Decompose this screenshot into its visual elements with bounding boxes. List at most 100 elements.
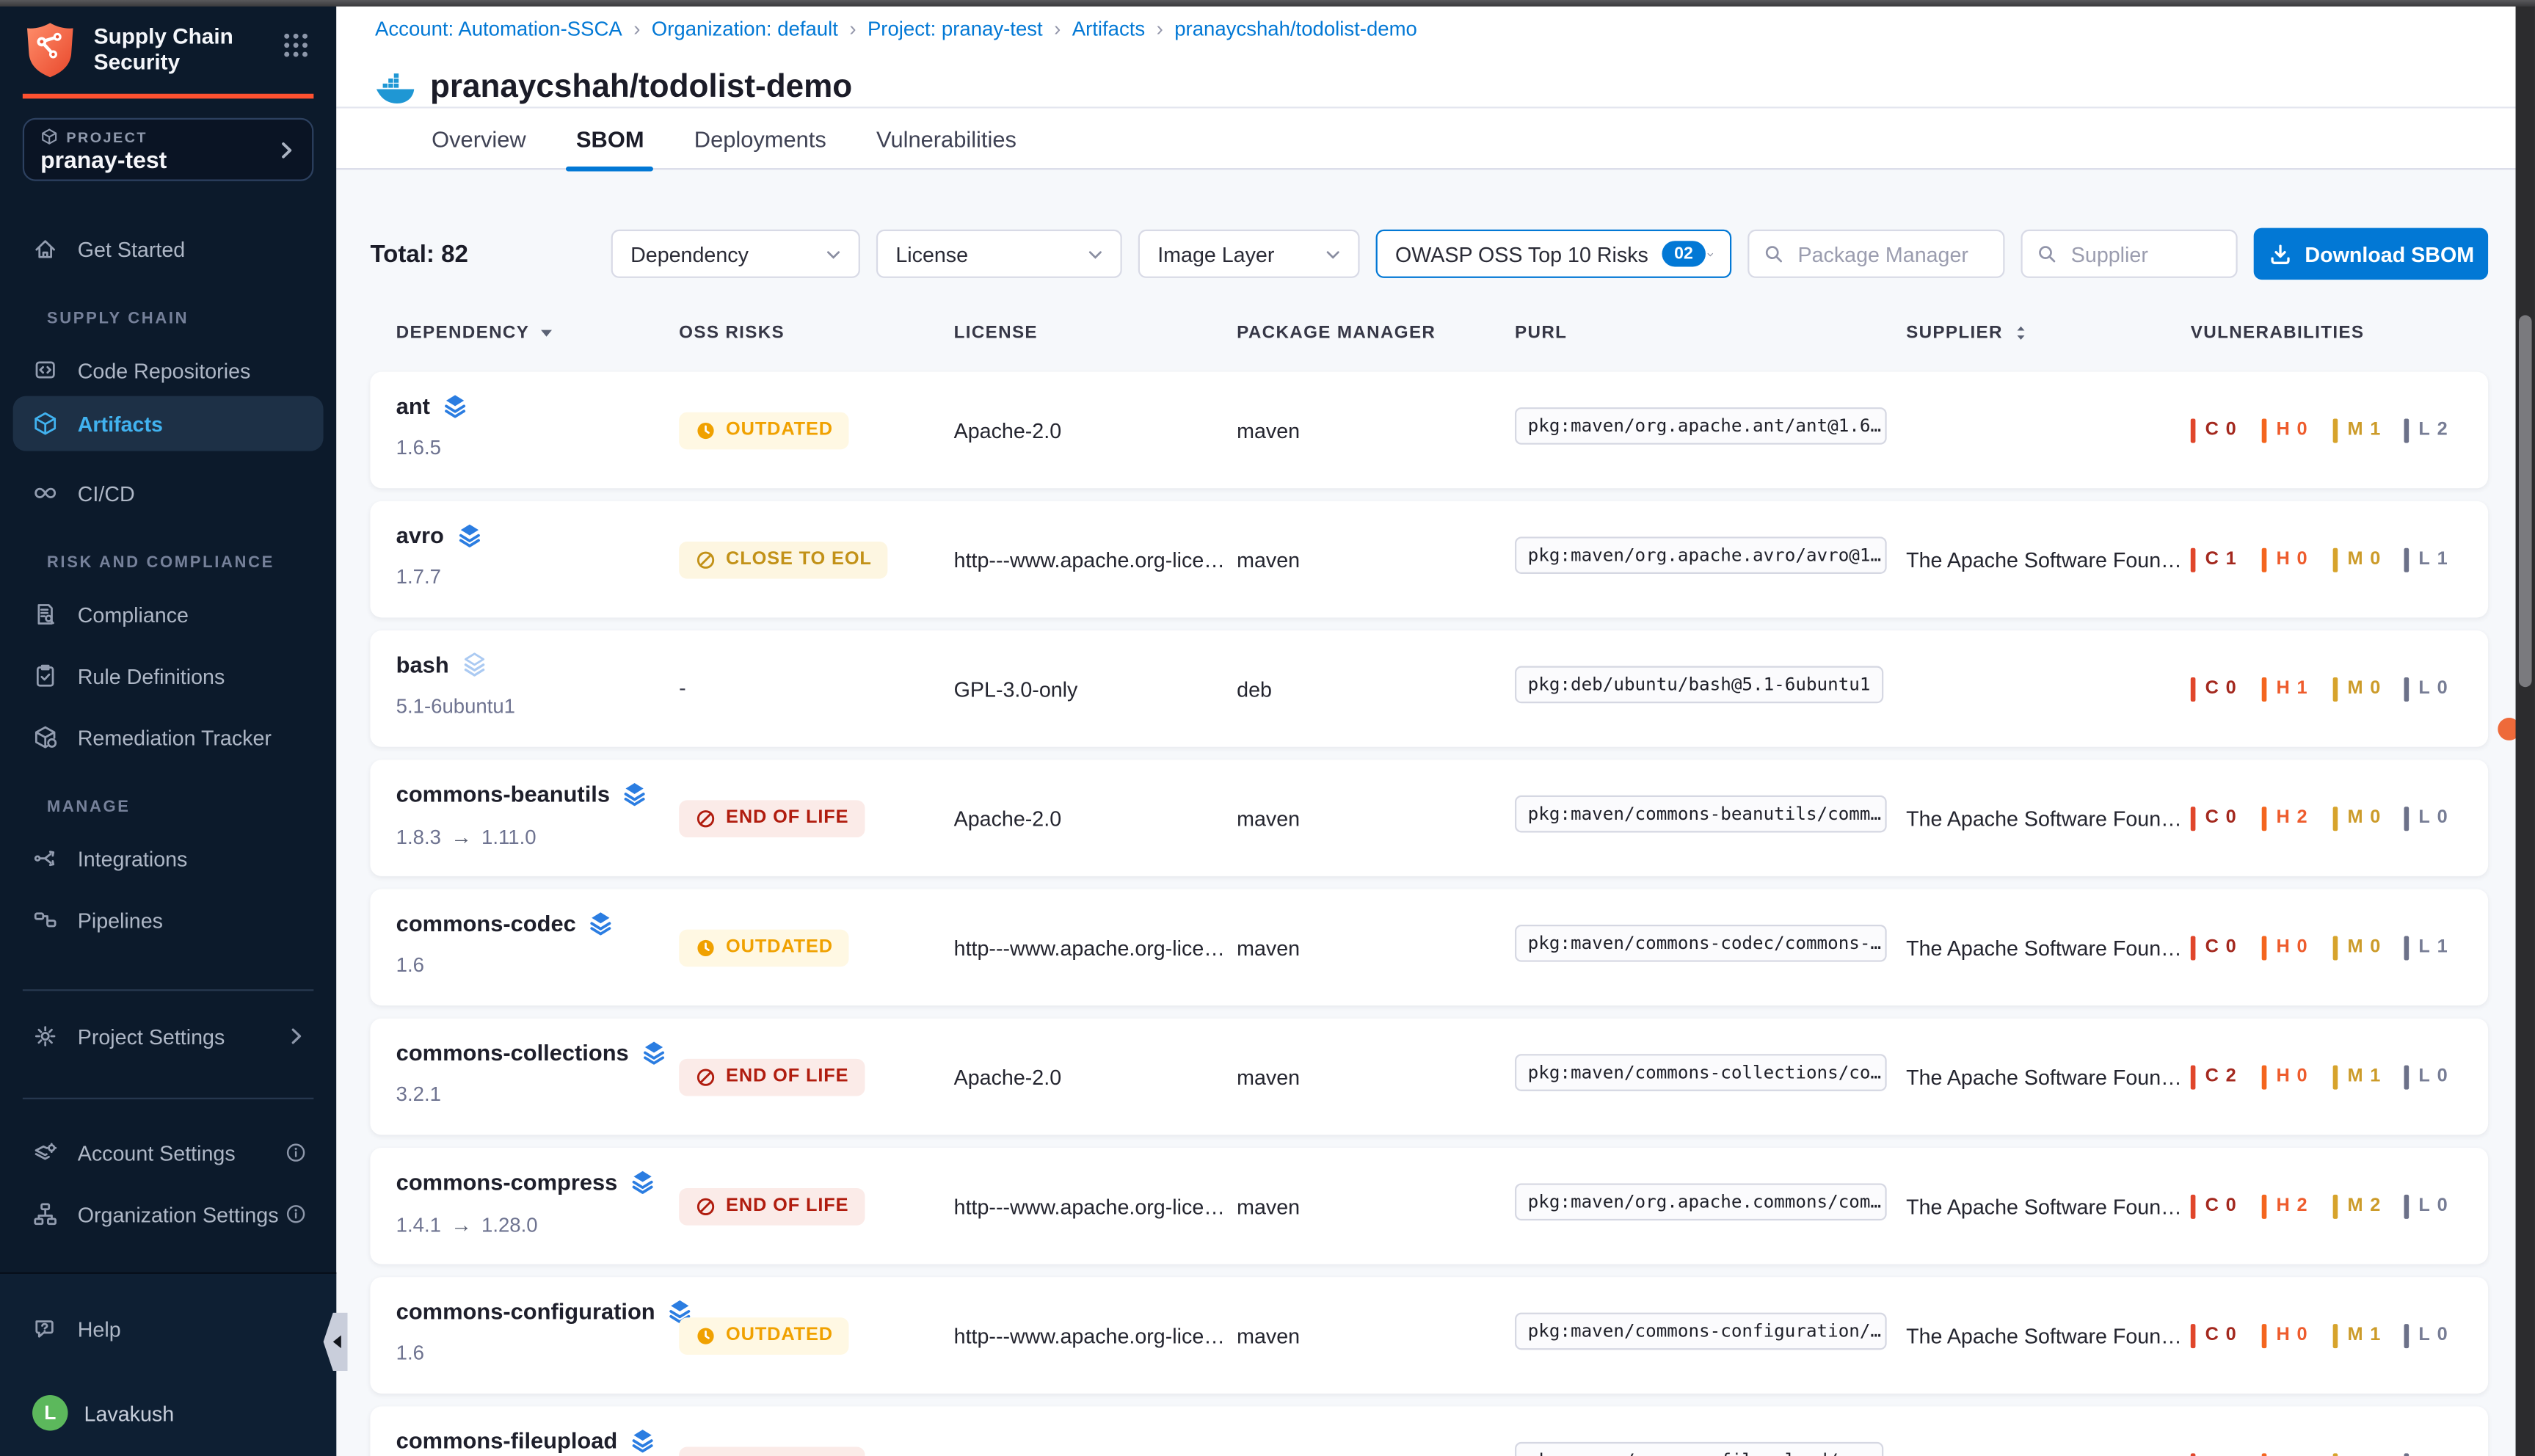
tab-deployments[interactable]: Deployments	[685, 109, 836, 170]
user-menu[interactable]: L Lavakush	[32, 1395, 174, 1430]
table-row[interactable]: bash5.1-6ubuntu1-GPL-3.0-onlydebpkg:deb/…	[370, 630, 2488, 747]
severity-l: L1	[2404, 935, 2476, 959]
chevron-down-icon	[1085, 244, 1106, 265]
severity-bar	[2262, 1452, 2267, 1456]
severity-count: 0	[2297, 1325, 2308, 1344]
table-row[interactable]: commons-beanutils1.8.3→1.11.0END OF LIFE…	[370, 760, 2488, 876]
chevron-down-icon	[1323, 244, 1344, 265]
column-header-supplier[interactable]: SUPPLIER	[1906, 324, 2191, 343]
table-row[interactable]: commons-codec1.6OUTDATEDhttp---www.apach…	[370, 889, 2488, 1006]
dependency-name: commons-compress	[396, 1169, 618, 1195]
sidebar-item-get-started[interactable]: Get Started	[13, 222, 324, 277]
oss-risk-badge: OUTDATED	[679, 412, 849, 449]
sidebar-item-label: Artifacts	[78, 412, 308, 436]
supplier-cell: The Apache Software Foun…	[1906, 547, 2191, 572]
chevron-down-icon	[823, 244, 844, 265]
purl-cell: pkg:maven/commons-codec/commons-…	[1515, 925, 1906, 970]
purl-chip: pkg:maven/org.apache.commons/com…	[1515, 1183, 1887, 1220]
table-row[interactable]: commons-collections3.2.1END OF LIFEApach…	[370, 1019, 2488, 1135]
table-row[interactable]: commons-compress1.4.1→1.28.0END OF LIFEh…	[370, 1148, 2488, 1264]
severity-count: 0	[2297, 421, 2308, 440]
dependency-cell: commons-configuration1.6	[396, 1277, 679, 1394]
package-manager-cell: maven	[1237, 547, 1515, 572]
owasp-risks-filter-dropdown[interactable]: OWASP OSS Top 10 Risks 02	[1376, 230, 1732, 278]
severity-h: H0	[2262, 547, 2333, 572]
purl-cell: pkg:maven/commons-configuration/…	[1515, 1313, 1906, 1358]
chevron-right-icon	[285, 1025, 308, 1048]
sidebar-section-label: SUPPLY CHAIN	[47, 307, 324, 330]
layers-icon	[641, 1039, 666, 1065]
sidebar-nav: Get Started SUPPLY CHAIN Code Repositories…	[0, 0, 336, 1273]
ban-icon	[695, 1066, 716, 1088]
sidebar-item-help[interactable]: Help	[13, 1301, 324, 1356]
severity-count: 2	[2437, 421, 2448, 440]
sidebar-item-code-repositories[interactable]: Code Repositories	[13, 343, 324, 398]
package-manager-search-input[interactable]	[1794, 240, 1990, 267]
table-row[interactable]: ant1.6.5OUTDATEDApache-2.0mavenpkg:maven…	[370, 372, 2488, 489]
oss-risk-badge: OUTDATED	[679, 1317, 849, 1354]
layers-icon	[457, 523, 481, 548]
sidebar-item-integrations[interactable]: Integrations	[13, 831, 324, 886]
oss-risk-badge: END OF LIFE	[679, 1058, 865, 1096]
column-header-oss-risks: OSS RISKS	[679, 324, 953, 343]
search-icon	[2035, 242, 2058, 265]
sidebar-item-label: Pipelines	[78, 908, 308, 932]
tab-overview[interactable]: Overview	[422, 109, 536, 170]
sidebar-item-account-settings[interactable]: Account Settings	[13, 1125, 324, 1180]
package-manager-search	[1747, 230, 2004, 278]
avatar: L	[32, 1395, 68, 1430]
tab-vulnerabilities[interactable]: Vulnerabilities	[867, 109, 1026, 170]
severity-bar	[2404, 418, 2409, 442]
dependency-version: 1.6	[396, 1342, 679, 1364]
table-row[interactable]: commons-configuration1.6OUTDATEDhttp---w…	[370, 1277, 2488, 1394]
sidebar-item-organization-settings[interactable]: Organization Settings	[13, 1187, 324, 1242]
breadcrumb-link[interactable]: Organization: default	[652, 18, 838, 40]
severity-m: M0	[2333, 935, 2404, 959]
tab-sbom[interactable]: SBOM	[567, 109, 654, 170]
dependency-filter-dropdown[interactable]: Dependency	[611, 230, 860, 278]
sidebar-item-remediation-tracker[interactable]: Remediation Tracker	[13, 710, 324, 765]
package-manager-cell: maven	[1237, 1452, 1515, 1456]
sidebar-item-ci-cd[interactable]: CI/CD	[13, 465, 324, 520]
download-sbom-button[interactable]: Download SBOM	[2254, 228, 2488, 280]
severity-m: M0	[2333, 547, 2404, 572]
severity-bar	[2262, 418, 2267, 442]
scrollbar-track[interactable]	[2516, 0, 2535, 1456]
severity-bar	[2333, 547, 2338, 572]
oss-risk-badge: END OF LIFE	[679, 1187, 865, 1225]
breadcrumb-link[interactable]: Artifacts	[1072, 18, 1145, 40]
license-filter-dropdown[interactable]: License	[876, 230, 1122, 278]
breadcrumb-link[interactable]: pranaycshah/todolist-demo	[1174, 18, 1417, 40]
severity-bar	[2262, 547, 2267, 572]
org-chart-icon	[32, 1201, 58, 1227]
filter-toolbar: Total: 82 Dependency License Image Layer…	[370, 228, 2488, 280]
scrollbar-thumb[interactable]	[2519, 316, 2532, 688]
sidebar-item-project-settings[interactable]: Project Settings	[13, 1009, 324, 1064]
breadcrumb-link[interactable]: Project: pranay-test	[868, 18, 1043, 40]
help-chat-icon	[32, 1316, 58, 1342]
severity-m: M1	[2333, 1065, 2404, 1089]
sidebar-item-pipelines[interactable]: Pipelines	[13, 892, 324, 947]
severity-h: H2	[2262, 1194, 2333, 1218]
column-header-dependency[interactable]: DEPENDENCY	[396, 324, 679, 343]
image-layer-filter-dropdown[interactable]: Image Layer	[1138, 230, 1360, 278]
package-manager-cell: maven	[1237, 1194, 1515, 1218]
severity-h: H3	[2262, 1452, 2333, 1456]
supplier-cell: The Apache Software Foun…	[1906, 806, 2191, 830]
breadcrumb-link[interactable]: Account: Automation-SSCA	[375, 18, 622, 40]
table-row[interactable]: commons-fileuploadEND OF LIFEApache-2.0m…	[370, 1406, 2488, 1456]
severity-h: H0	[2262, 1065, 2333, 1089]
severity-m: M3	[2333, 1452, 2404, 1456]
severity-bar	[2191, 806, 2196, 830]
severity-count: 0	[2370, 808, 2381, 827]
sidebar-item-compliance[interactable]: Compliance	[13, 587, 324, 642]
purl-chip: pkg:maven/org.apache.ant/ant@1.6…	[1515, 407, 1887, 445]
sidebar-item-rule-definitions[interactable]: Rule Definitions	[13, 648, 324, 703]
supplier-search-input[interactable]	[2067, 240, 2222, 267]
collapse-arrow-icon	[333, 1336, 341, 1349]
dependency-version: 1.7.7	[396, 566, 679, 589]
dependency-cell: commons-codec1.6	[396, 889, 679, 1006]
sidebar-item-artifacts[interactable]: Artifacts	[13, 396, 324, 451]
severity-count: 0	[2297, 550, 2308, 569]
table-row[interactable]: avro1.7.7CLOSE TO EOLhttp---www.apache.o…	[370, 501, 2488, 618]
